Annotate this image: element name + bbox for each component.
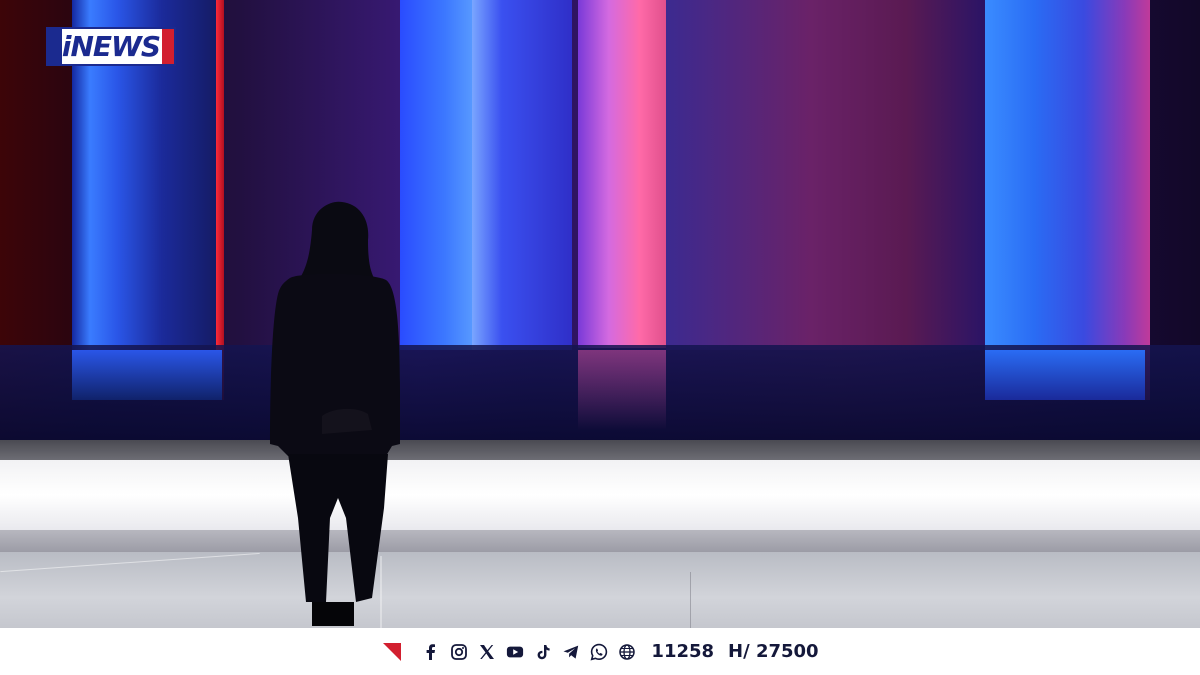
whatsapp-icon[interactable] — [590, 643, 608, 661]
reflection-blue-right — [985, 350, 1145, 400]
ticker-counter-right: H/ 27500 — [728, 641, 819, 662]
studio-floor — [0, 552, 1200, 628]
stage-base — [0, 530, 1200, 552]
light-column-pink — [578, 0, 666, 348]
channel-logo-text: iNEWS — [61, 29, 161, 63]
reflection-blue-left — [72, 350, 222, 400]
studio-wall-right — [666, 0, 986, 350]
instagram-icon[interactable] — [450, 643, 468, 661]
light-column-blue-right — [985, 0, 1150, 400]
reflection-pink — [578, 350, 666, 430]
telegram-icon[interactable] — [562, 643, 580, 661]
floor-line — [690, 572, 691, 628]
studio-scene — [0, 0, 1200, 628]
youtube-icon[interactable] — [506, 643, 524, 661]
red-flag-icon — [383, 642, 402, 661]
stage-ledge — [0, 440, 1200, 460]
light-column-blue-center-2 — [472, 0, 572, 350]
presenter-silhouette — [270, 201, 400, 626]
ticker-counter-left: 11258 — [651, 641, 715, 662]
globe-icon[interactable] — [618, 643, 636, 661]
floor-line — [0, 552, 260, 573]
light-strip-red-left — [216, 0, 224, 400]
channel-logo: iNEWS — [46, 27, 176, 66]
light-column-blue-center — [400, 0, 475, 350]
facebook-icon[interactable] — [422, 643, 440, 661]
social-ticker-bar: 11258 H/ 27500 — [0, 628, 1200, 675]
tiktok-icon[interactable] — [534, 643, 552, 661]
led-light-band — [0, 460, 1200, 530]
x-icon[interactable] — [478, 643, 496, 661]
